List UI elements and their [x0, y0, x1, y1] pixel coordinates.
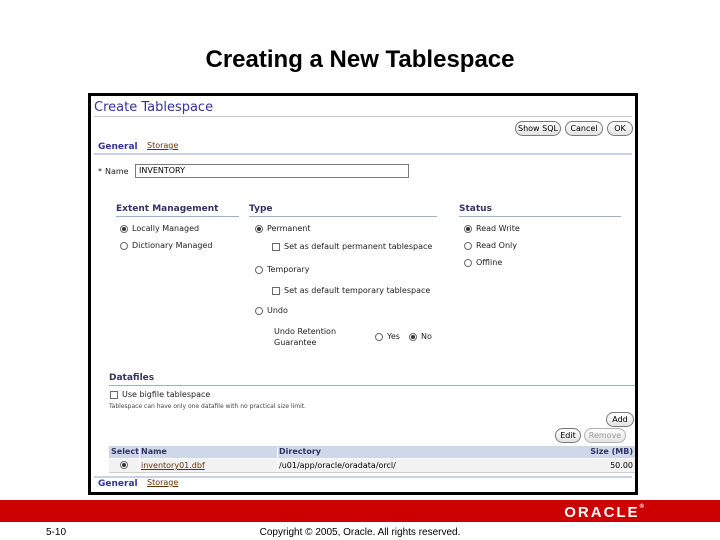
permanent-radio[interactable]: [255, 225, 263, 233]
extent-management-rule: [116, 216, 239, 217]
ok-button[interactable]: OK: [607, 121, 633, 136]
slide-title: Creating a New Tablespace: [205, 46, 515, 73]
datafiles-table-header: Select Name Directory Size (MB): [109, 446, 635, 458]
datafile-directory: /u01/app/oracle/oradata/orcl/: [279, 461, 396, 470]
read-only-radio[interactable]: [464, 242, 472, 250]
title-divider: [94, 116, 632, 117]
column-divider: [277, 446, 278, 458]
undo-retention-label-line1: Undo Retention: [274, 327, 337, 336]
read-write-radio[interactable]: [464, 225, 472, 233]
name-label: Name: [105, 167, 129, 176]
column-header-size[interactable]: Size (MB): [590, 447, 633, 456]
add-datafile-button[interactable]: Add: [606, 412, 634, 427]
tab-bar-divider: [94, 153, 632, 155]
show-sql-button[interactable]: Show SQL: [515, 121, 561, 136]
undo-retention-no-radio[interactable]: [409, 333, 417, 341]
tab-storage[interactable]: Storage: [147, 141, 178, 150]
datafile-size: 50.00: [610, 461, 633, 470]
offline-radio[interactable]: [464, 259, 472, 267]
read-write-label: Read Write: [476, 224, 520, 233]
column-divider: [277, 459, 278, 472]
permanent-label: Permanent: [267, 224, 311, 233]
default-permanent-label: Set as default permanent tablespace: [284, 242, 433, 251]
page-title: Create Tablespace: [94, 100, 214, 115]
column-divider: [139, 459, 140, 472]
bigfile-label: Use bigfile tablespace: [122, 390, 211, 399]
column-header-directory[interactable]: Directory: [279, 447, 321, 456]
column-header-select: Select: [111, 447, 139, 456]
type-header: Type: [249, 204, 273, 214]
required-mark: *: [98, 167, 102, 176]
undo-retention-yes-radio[interactable]: [375, 333, 383, 341]
status-header: Status: [459, 204, 492, 214]
bigfile-checkbox[interactable]: [110, 391, 118, 399]
remove-datafile-button[interactable]: Remove: [584, 428, 626, 443]
column-header-name[interactable]: Name: [141, 447, 167, 456]
datafiles-rule: [109, 385, 635, 386]
locally-managed-radio[interactable]: [120, 225, 128, 233]
locally-managed-label: Locally Managed: [132, 224, 200, 233]
bottom-tab-storage[interactable]: Storage: [147, 478, 178, 487]
temporary-label: Temporary: [267, 265, 310, 274]
em-screenshot-window: Create Tablespace Show SQL Cancel OK Gen…: [88, 93, 638, 495]
name-input[interactable]: INVENTORY: [135, 164, 409, 178]
undo-label: Undo: [267, 306, 288, 315]
dictionary-managed-label: Dictionary Managed: [132, 241, 213, 250]
datafiles-header: Datafiles: [109, 373, 155, 383]
oracle-logo: ORACLE®: [564, 504, 644, 521]
extent-management-header: Extent Management: [116, 204, 219, 214]
default-temporary-checkbox[interactable]: [272, 287, 280, 295]
tab-general[interactable]: General: [98, 142, 138, 152]
edit-datafile-button[interactable]: Edit: [555, 428, 581, 443]
undo-retention-label-line2: Guarantee: [274, 338, 317, 347]
bigfile-note: Tablespace can have only one datafile wi…: [109, 403, 307, 410]
copyright-notice: Copyright © 2005, Oracle. All rights res…: [259, 527, 461, 538]
status-rule: [459, 216, 621, 217]
default-permanent-checkbox[interactable]: [272, 243, 280, 251]
bottom-tab-general[interactable]: General: [98, 479, 138, 489]
offline-label: Offline: [476, 258, 503, 267]
undo-retention-yes-label: Yes: [387, 332, 400, 341]
default-temporary-label: Set as default temporary tablespace: [284, 286, 431, 295]
temporary-radio[interactable]: [255, 266, 263, 274]
type-rule: [249, 216, 437, 217]
undo-radio[interactable]: [255, 307, 263, 315]
undo-retention-no-label: No: [421, 332, 432, 341]
table-row: inventory01.dbf /u01/app/oracle/oradata/…: [109, 459, 635, 473]
column-divider: [139, 446, 140, 458]
datafile-name-link[interactable]: inventory01.dbf: [141, 461, 205, 470]
dictionary-managed-radio[interactable]: [120, 242, 128, 250]
cancel-button[interactable]: Cancel: [565, 121, 603, 136]
datafile-select-radio[interactable]: [120, 461, 128, 469]
oracle-logo-text: ORACLE: [564, 504, 640, 521]
read-only-label: Read Only: [476, 241, 517, 250]
footer-bar: ORACLE®: [0, 500, 720, 522]
oracle-trademark: ®: [639, 504, 644, 510]
